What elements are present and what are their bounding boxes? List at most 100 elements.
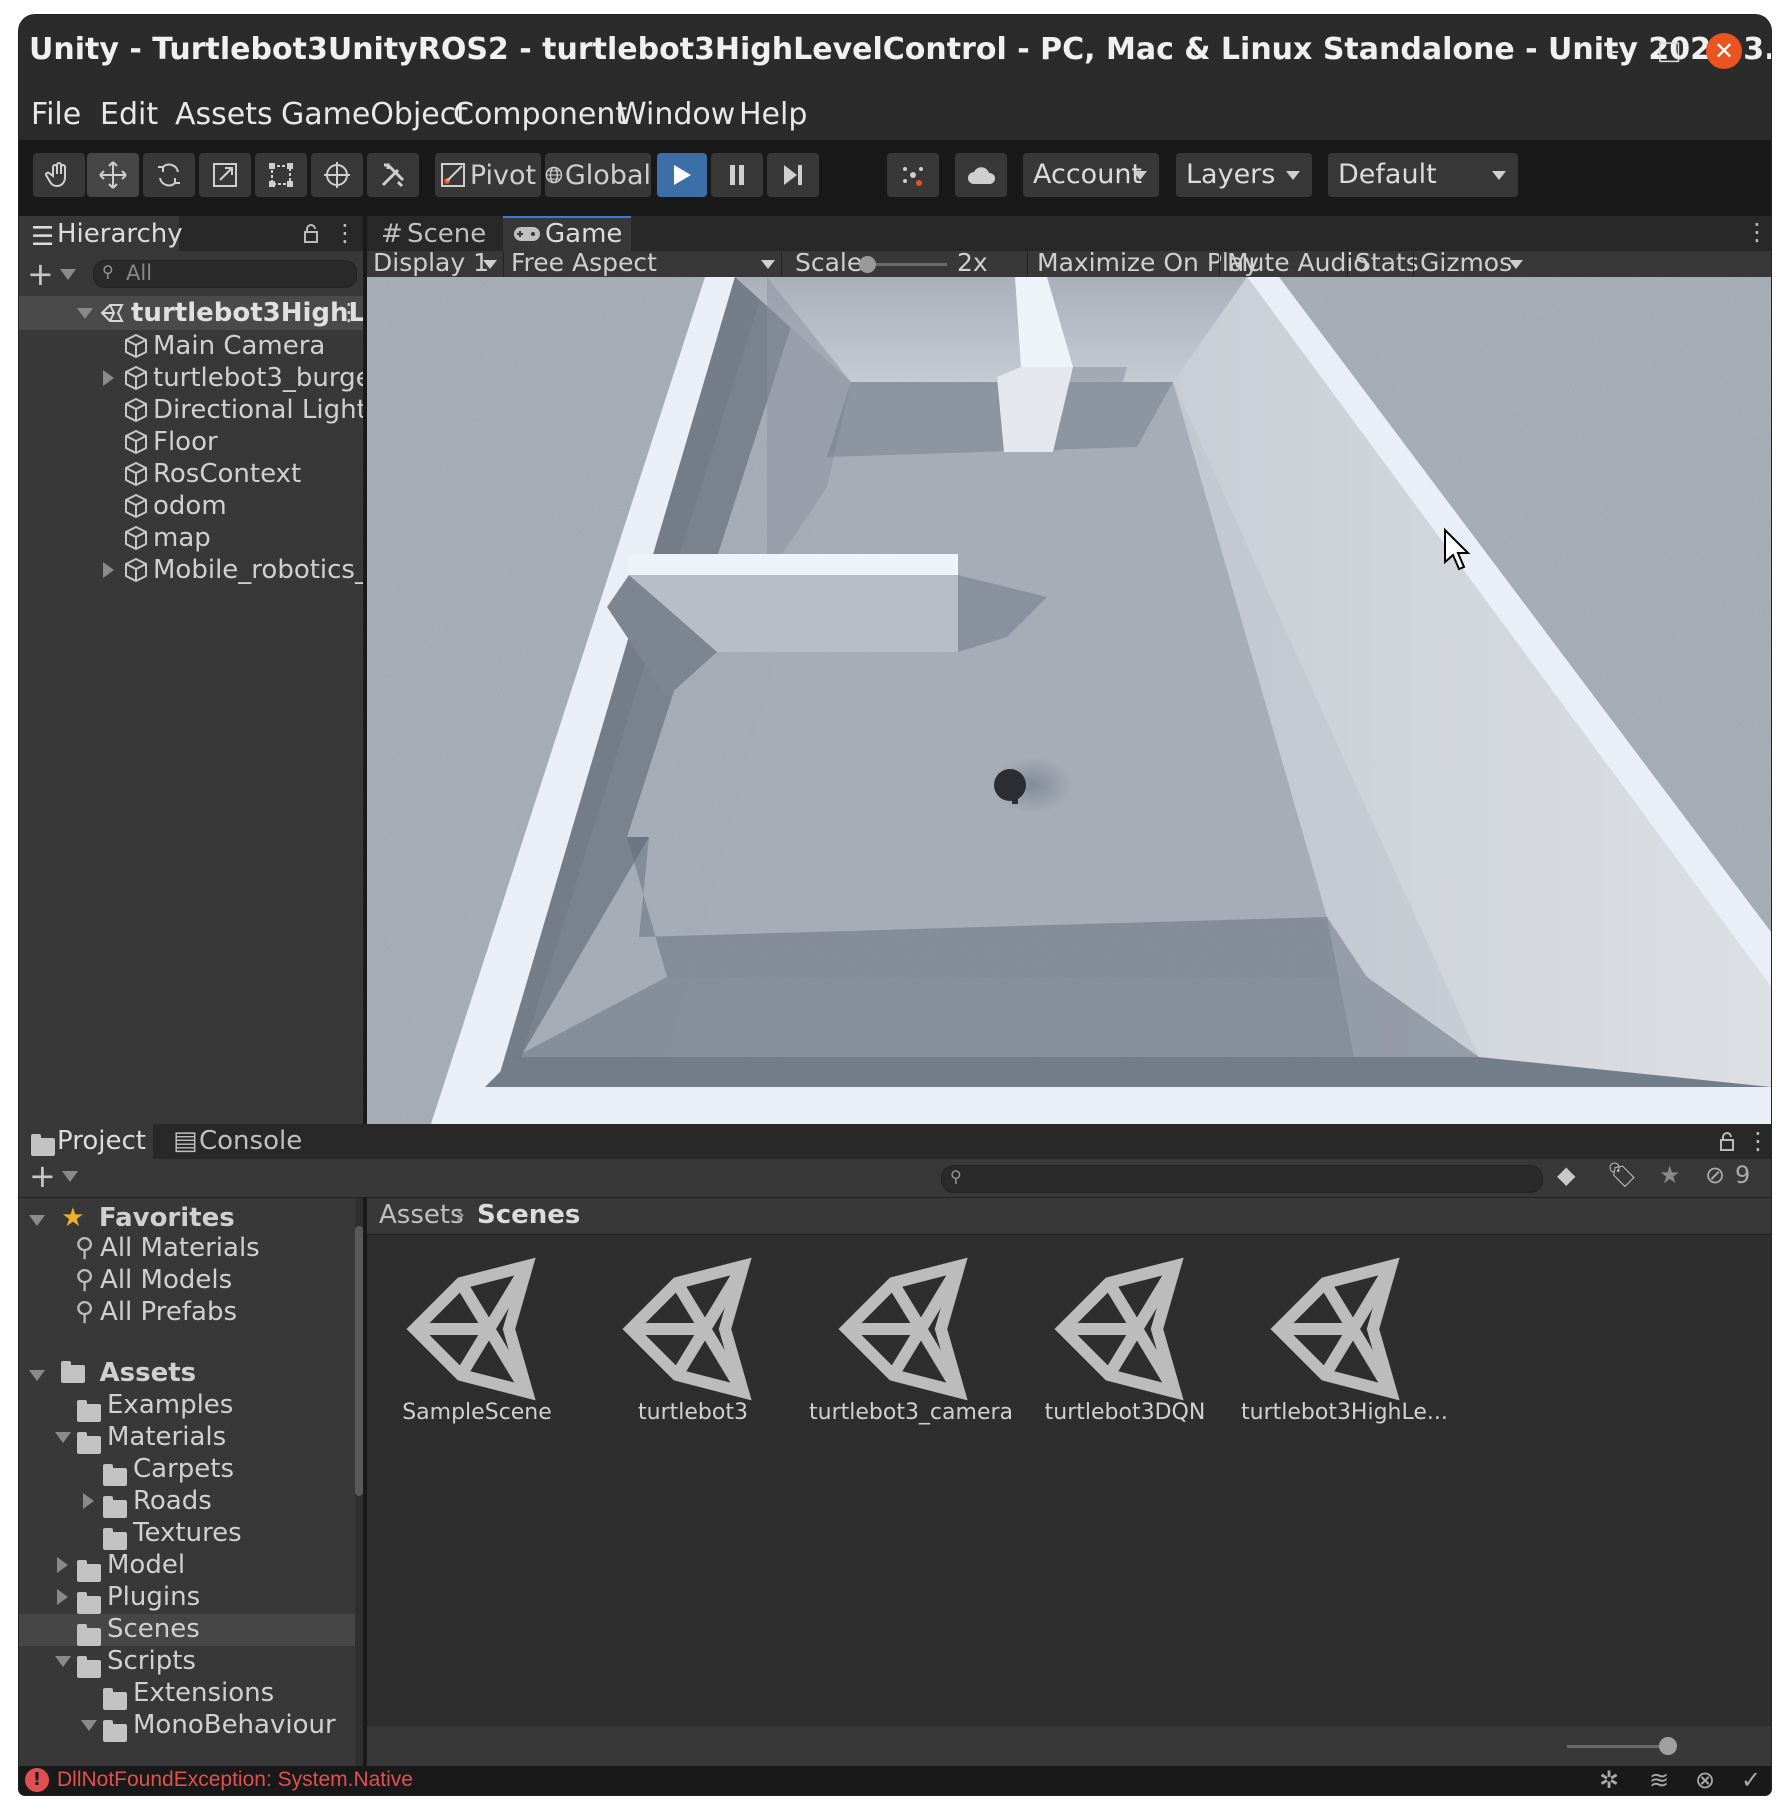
error-icon[interactable]: ! <box>25 1768 49 1792</box>
create-button[interactable]: + <box>27 255 76 293</box>
pause-button[interactable] <box>711 153 763 197</box>
pivot-toggle[interactable]: Pivot <box>435 153 541 197</box>
tab-project[interactable]: Project <box>19 1124 153 1159</box>
layout-dropdown[interactable]: Default <box>1328 153 1518 197</box>
scene-asset[interactable]: turtlebot3HighLe... <box>1241 1234 1448 1464</box>
tab-console[interactable]: ▤ Console <box>157 1124 307 1159</box>
maximize-on-play-toggle[interactable]: Maximize On Play <box>1037 248 1259 277</box>
collab-button[interactable] <box>887 153 939 197</box>
icon-size-slider[interactable] <box>1567 1737 1677 1755</box>
kebab-menu-icon[interactable]: ⋮ <box>333 219 357 247</box>
scene-asset[interactable]: turtlebot3_camera <box>809 1234 1013 1464</box>
breadcrumb-scenes[interactable]: Scenes <box>477 1200 580 1230</box>
folder-tree-item[interactable]: Carpets <box>19 1454 355 1486</box>
filter-by-type-icon[interactable]: ◆ <box>1557 1161 1575 1189</box>
assets-root-row[interactable]: Assets <box>29 1358 196 1390</box>
game-viewport[interactable] <box>367 277 1771 1124</box>
debug-icon[interactable]: ✲ <box>1599 1766 1619 1794</box>
step-button[interactable] <box>767 153 819 197</box>
folder-tree-item[interactable]: Plugins <box>19 1582 355 1614</box>
hidden-packages-icon[interactable]: ⊘ <box>1705 1161 1725 1189</box>
scale-slider-handle[interactable] <box>859 256 876 273</box>
hierarchy-item[interactable]: odom <box>19 490 363 522</box>
maximize-button[interactable]: □ <box>1651 33 1687 69</box>
cache-server-icon[interactable]: ≋ <box>1649 1766 1669 1794</box>
gizmos-toggle[interactable]: Gizmos <box>1420 248 1512 277</box>
folder-tree-item[interactable]: Textures <box>19 1518 355 1550</box>
move-tool-button[interactable] <box>87 153 139 197</box>
global-toggle[interactable]: Global <box>545 153 651 197</box>
folder-tree-item[interactable]: Scripts <box>19 1646 355 1678</box>
menu-file[interactable]: File <box>31 97 81 132</box>
hierarchy-item[interactable]: map <box>19 522 363 554</box>
cloud-button[interactable] <box>955 153 1007 197</box>
hierarchy-item[interactable]: Directional Light <box>19 394 367 426</box>
stats-toggle[interactable]: Stats <box>1355 248 1419 277</box>
hierarchy-search-input[interactable]: ⚲ All <box>93 260 357 288</box>
scene-asset[interactable]: turtlebot3DQN <box>1025 1234 1225 1464</box>
transform-tool-button[interactable] <box>311 153 363 197</box>
close-button[interactable]: ✕ <box>1706 33 1742 69</box>
hierarchy-item[interactable]: Main Camera <box>19 330 363 362</box>
layers-dropdown[interactable]: Layers <box>1176 153 1312 197</box>
folder-tree-item[interactable]: Materials <box>19 1422 355 1454</box>
folder-tree-item[interactable]: Extensions <box>19 1678 355 1710</box>
scale-tool-button[interactable] <box>199 153 251 197</box>
expand-arrow-icon[interactable] <box>103 370 114 386</box>
play-button[interactable] <box>657 153 707 197</box>
account-dropdown[interactable]: Account <box>1023 153 1159 197</box>
hierarchy-item[interactable]: RosContext <box>19 458 363 490</box>
folder-tree-item[interactable]: Roads <box>19 1486 355 1518</box>
expand-arrow-icon[interactable] <box>81 1720 97 1731</box>
rotate-tool-button[interactable] <box>143 153 195 197</box>
hierarchy-item[interactable]: Mobile_robotics_env_1 <box>19 554 445 586</box>
expand-arrow-icon[interactable] <box>55 1656 71 1667</box>
folder-tree-item[interactable]: Scenes <box>19 1614 355 1646</box>
menu-edit[interactable]: Edit <box>100 97 158 132</box>
star-icon[interactable]: ★ <box>1659 1161 1681 1189</box>
tab-hierarchy[interactable]: ☰ Hierarchy <box>19 216 183 252</box>
favorite-item[interactable]: ⚲ All Prefabs <box>75 1297 237 1329</box>
kebab-menu-icon[interactable]: ⋮ <box>1746 1127 1770 1155</box>
menu-window[interactable]: Window <box>617 97 735 132</box>
kebab-menu-icon[interactable]: ⋮ <box>337 298 361 326</box>
favorite-item[interactable]: ⚲ All Materials <box>75 1233 260 1265</box>
status-error-message[interactable]: DllNotFoundException: System.Native <box>57 1768 413 1792</box>
scene-asset[interactable]: SampleScene <box>377 1234 577 1464</box>
favorites-row[interactable]: ★ Favorites <box>29 1203 235 1235</box>
auto-generate-lighting-icon[interactable]: ⊗ <box>1695 1766 1715 1794</box>
hierarchy-item[interactable]: turtlebot3_burger <box>19 362 382 394</box>
expand-arrow-icon[interactable] <box>57 1557 68 1573</box>
expand-arrow-icon[interactable] <box>83 1493 94 1509</box>
expand-arrow-icon[interactable] <box>103 562 114 578</box>
hierarchy-item[interactable]: Floor <box>19 426 363 458</box>
filter-by-label-icon[interactable]: 🏷 <box>1607 1161 1637 1189</box>
folder-tree-item[interactable]: Examples <box>19 1390 355 1422</box>
tree-scrollbar[interactable] <box>355 1198 363 1766</box>
tab-scene[interactable]: # Scene <box>367 216 499 251</box>
minimize-button[interactable]: – <box>1595 33 1631 69</box>
menu-help[interactable]: Help <box>739 97 807 132</box>
check-icon[interactable]: ✓ <box>1741 1766 1761 1794</box>
lock-icon[interactable] <box>1719 1131 1735 1151</box>
menu-assets[interactable]: Assets <box>175 97 273 132</box>
favorite-item[interactable]: ⚲ All Models <box>75 1265 232 1297</box>
custom-tool-button[interactable] <box>367 153 419 197</box>
rect-tool-button[interactable] <box>255 153 307 197</box>
scale-slider[interactable] <box>859 256 947 273</box>
display-dropdown[interactable]: Display 1 <box>367 248 504 277</box>
lock-icon[interactable] <box>303 223 319 243</box>
aspect-dropdown[interactable]: Free Aspect <box>505 248 782 277</box>
tree-scrollbar-thumb[interactable] <box>355 1226 363 1496</box>
scene-asset[interactable]: turtlebot3 <box>593 1234 793 1464</box>
expand-arrow-icon[interactable] <box>57 1589 68 1605</box>
hand-tool-button[interactable] <box>33 153 85 197</box>
project-search-input[interactable]: ⚲ <box>941 1165 1543 1193</box>
folder-tree-item[interactable]: MonoBehaviour <box>19 1710 355 1742</box>
folder-tree-item[interactable]: Model <box>19 1550 355 1582</box>
create-asset-button[interactable]: + <box>29 1157 78 1195</box>
expand-arrow-icon[interactable] <box>55 1432 71 1443</box>
menu-gameobject[interactable]: GameObject <box>281 97 468 132</box>
chevron-down-icon[interactable] <box>1509 260 1523 269</box>
kebab-menu-icon[interactable]: ⋮ <box>1745 218 1769 246</box>
